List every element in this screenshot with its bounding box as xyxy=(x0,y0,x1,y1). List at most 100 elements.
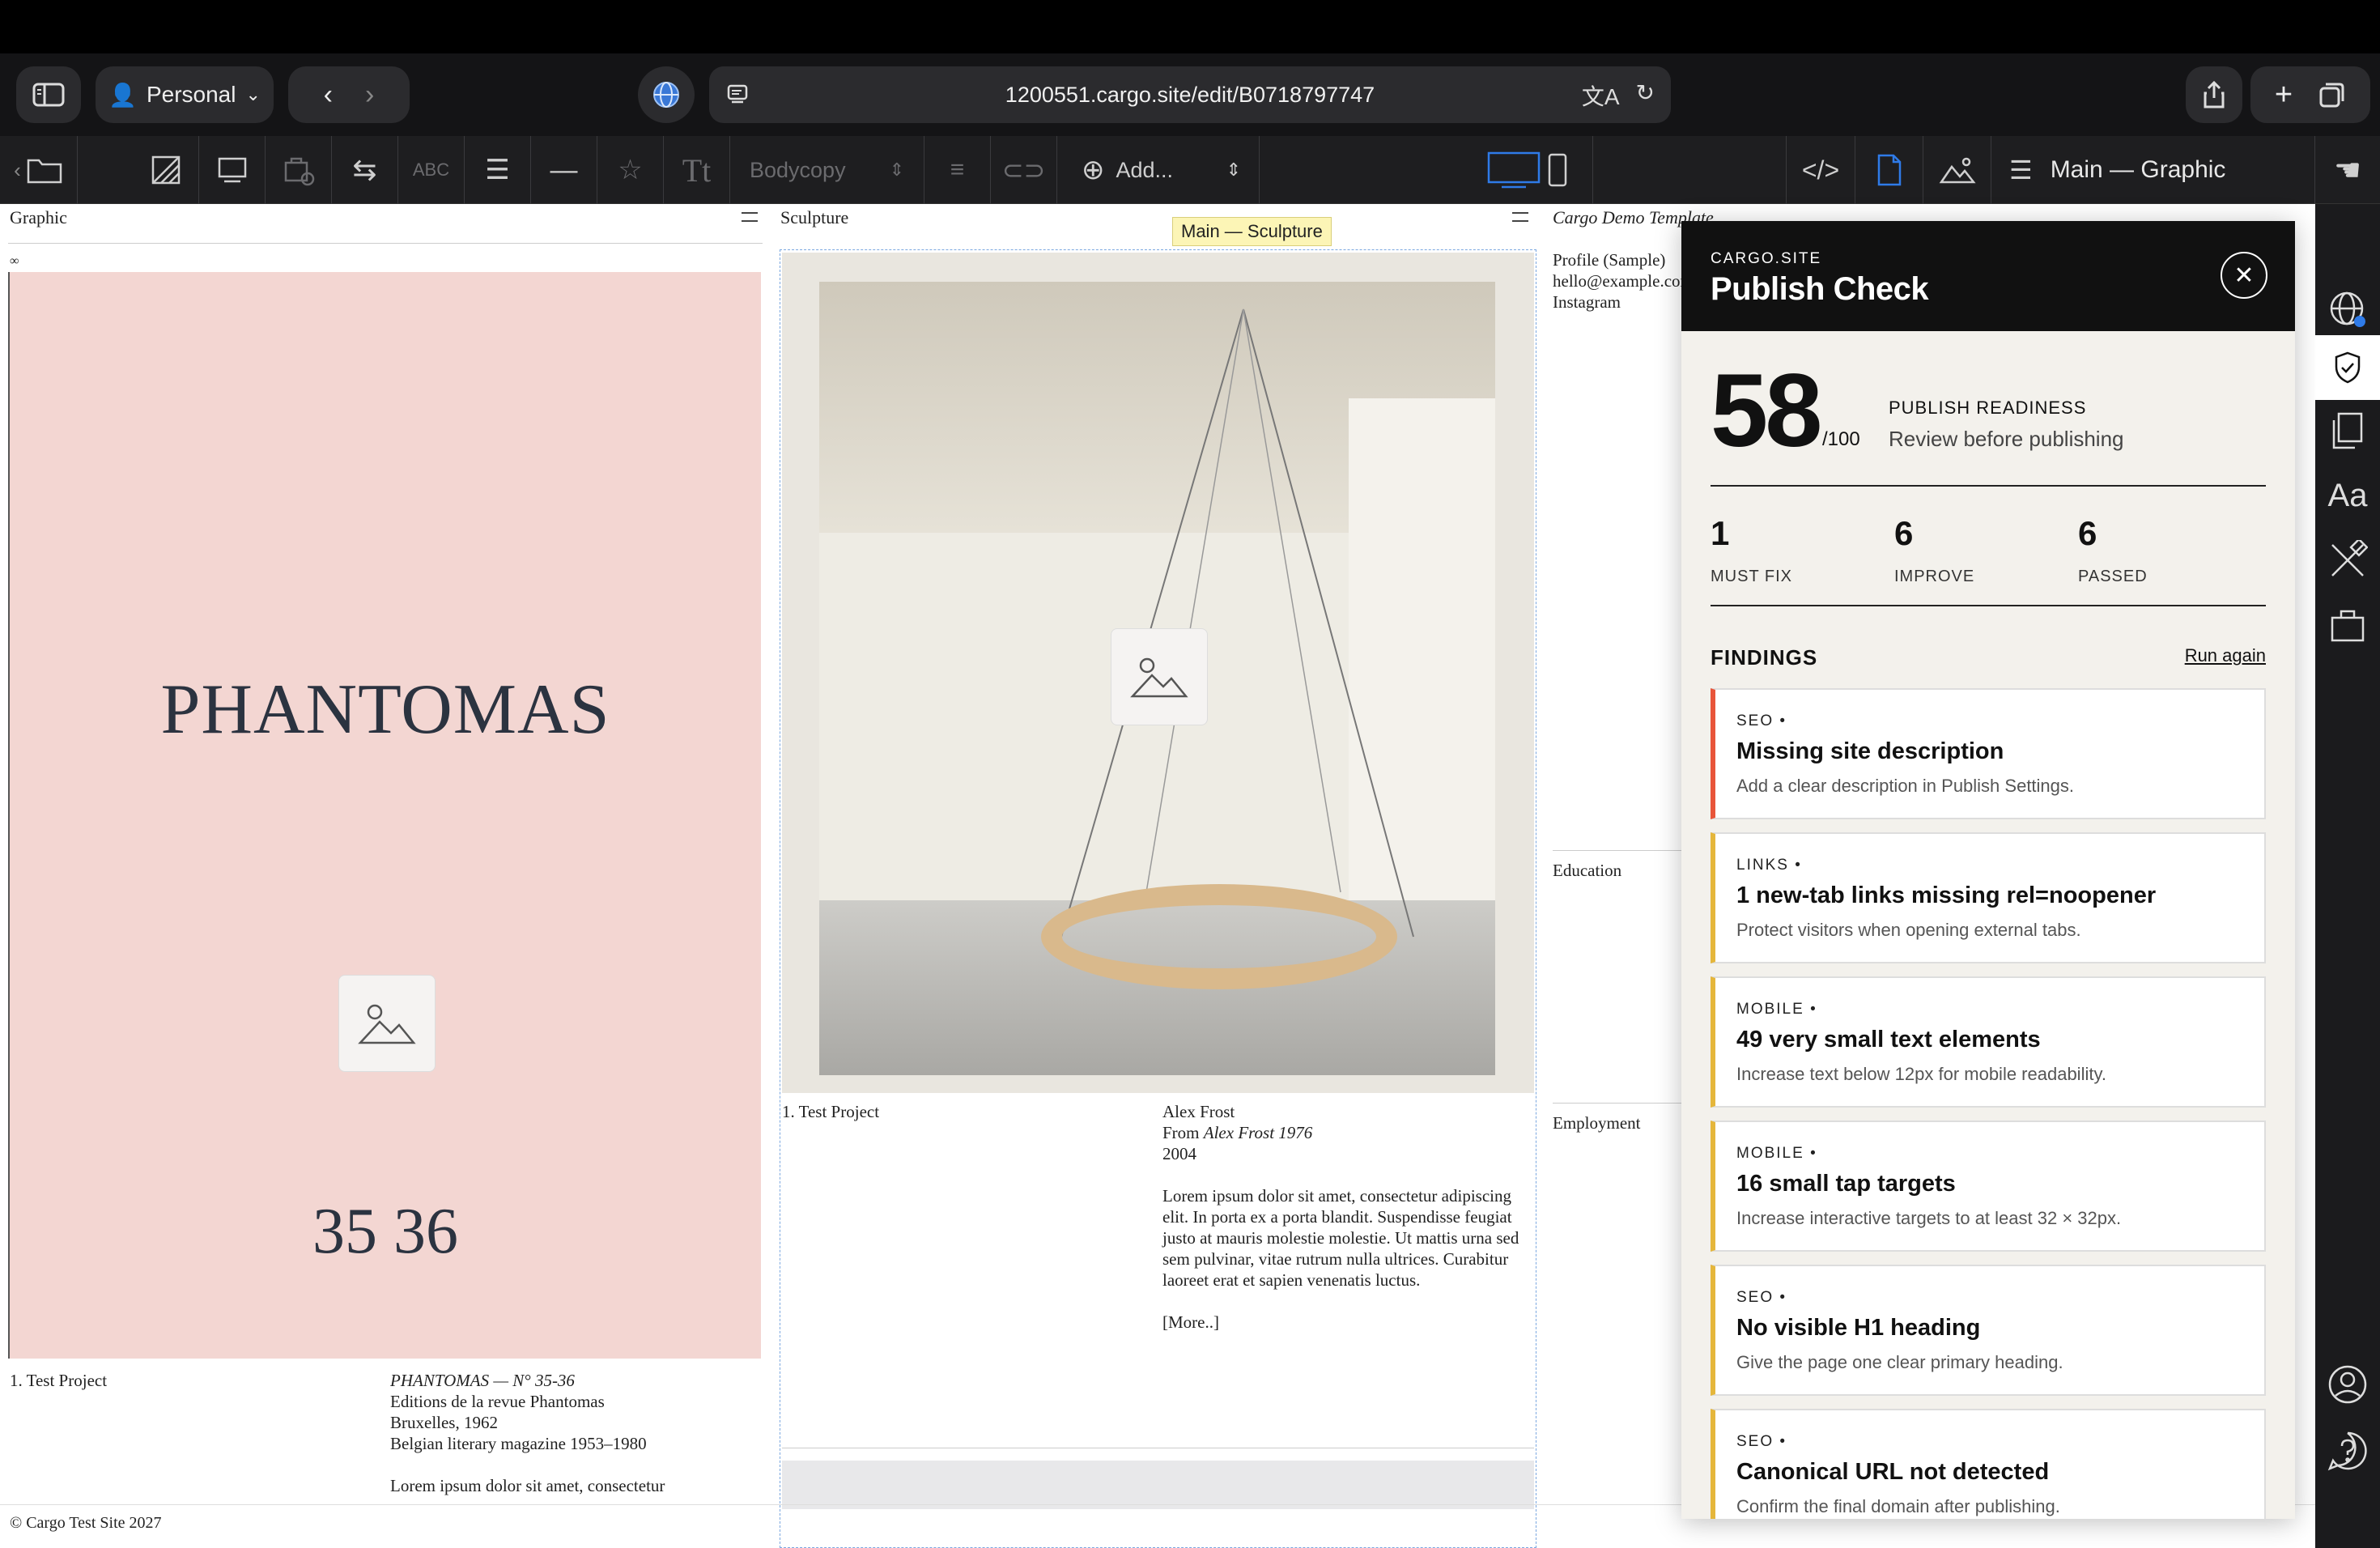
finding-category: MOBILE • xyxy=(1736,1001,1817,1018)
back-icon[interactable]: ‹ xyxy=(324,79,333,111)
tab-actions: + xyxy=(2250,66,2370,123)
column-menu-icon[interactable] xyxy=(742,212,758,222)
finding-card[interactable]: SEO • Canonical URL not detected Confirm… xyxy=(1711,1409,2266,1519)
swap-button[interactable]: ⇆ xyxy=(332,136,398,204)
effects-button[interactable]: ☆ xyxy=(597,136,664,204)
background-button[interactable] xyxy=(133,136,199,204)
account-button[interactable] xyxy=(2315,1352,2380,1417)
profile-selector[interactable]: 👤 Personal ⌄ xyxy=(96,66,274,123)
from-line: From Alex Frost 1976 xyxy=(1162,1122,1535,1143)
phantomas-cover-image[interactable]: PHANTOMAS 35 36 xyxy=(8,272,761,1359)
layout-button[interactable] xyxy=(199,136,266,204)
finding-category: MOBILE • xyxy=(1736,1145,1817,1162)
profile-block: Profile (Sample) hello@example.com Insta… xyxy=(1553,249,1682,313)
sparkle-icon: ☆ xyxy=(618,155,643,185)
top-black-strip xyxy=(0,0,2380,53)
type-size-button[interactable]: Tt xyxy=(664,136,730,204)
graphic-caption: PHANTOMAS — N° 35-36 Editions de la revu… xyxy=(390,1370,746,1496)
publish-check-panel: CARGO.SITE Publish Check ✕ 58 /100 PUBLI… xyxy=(1681,221,2295,1519)
finding-card[interactable]: MOBILE • 49 very small text elements Inc… xyxy=(1711,976,2266,1108)
divider-button[interactable]: — xyxy=(531,136,597,204)
run-again-link[interactable]: Run again xyxy=(2185,645,2266,666)
finding-category: LINKS • xyxy=(1736,857,1802,874)
text-size-icon: Tt xyxy=(682,151,712,189)
readiness-subtitle: Review before publishing xyxy=(1889,427,2124,451)
chevron-left-icon: ‹ xyxy=(14,157,21,182)
image-placeholder-icon[interactable] xyxy=(1111,628,1208,725)
mobile-toggle[interactable] xyxy=(1522,136,1593,204)
caption-lorem: Lorem ipsum dolor sit amet, consectetur xyxy=(390,1476,665,1495)
next-image-strip[interactable] xyxy=(782,1461,1534,1509)
design-button[interactable] xyxy=(2315,528,2380,593)
share-button[interactable] xyxy=(2186,66,2242,123)
finding-card[interactable]: LINKS • 1 new-tab links missing rel=noop… xyxy=(1711,832,2266,963)
image-placeholder-icon[interactable] xyxy=(338,975,436,1072)
code-view-button[interactable]: </> xyxy=(1786,136,1855,204)
style-select[interactable]: Bodycopy ⇕ xyxy=(730,136,924,204)
finding-card[interactable]: MOBILE • 16 small tap targets Increase i… xyxy=(1711,1121,2266,1252)
cover-number: 35 36 xyxy=(312,1196,458,1267)
spellcheck-button[interactable]: ABC xyxy=(398,136,465,204)
list-button[interactable]: ☰ xyxy=(465,136,531,204)
hand-icon: ☚ xyxy=(2333,153,2362,188)
new-tab-icon[interactable]: + xyxy=(2275,78,2293,113)
add-label: Add... xyxy=(1116,157,1174,182)
divider xyxy=(1711,605,2266,606)
stat-value: 6 xyxy=(2078,514,2097,552)
address-bar[interactable]: 1200551.cargo.site/edit/B0718797747 文A ↻ xyxy=(709,66,1671,123)
year: 2004 xyxy=(1162,1144,1196,1163)
reader-icon[interactable] xyxy=(724,81,751,108)
media-button[interactable] xyxy=(1923,136,1991,204)
horizontal-rule-icon: — xyxy=(550,154,578,185)
page-icon xyxy=(1877,154,1901,186)
translate-icon[interactable]: 文A xyxy=(1582,79,1620,112)
forward-icon[interactable]: › xyxy=(365,79,374,111)
stat-passed: 6 PASSED xyxy=(2078,514,2148,586)
link-button[interactable]: ⊂⊃ xyxy=(991,136,1057,204)
tabs-overview-icon[interactable] xyxy=(2318,81,2346,108)
column-menu-icon[interactable] xyxy=(1512,212,1528,222)
help-icon xyxy=(2327,1431,2367,1471)
from-title: Alex Frost 1976 xyxy=(1203,1123,1313,1142)
pages-button[interactable] xyxy=(2315,398,2380,463)
hamburger-icon: ☰ xyxy=(2009,155,2033,185)
wooden-ring xyxy=(1041,884,1397,989)
page-button[interactable] xyxy=(1855,136,1923,204)
readiness-label: PUBLISH READINESS xyxy=(1889,398,2087,418)
typography-button[interactable]: Aa xyxy=(2315,463,2380,528)
commerce-button[interactable] xyxy=(2315,593,2380,657)
tools-icon xyxy=(2331,540,2368,576)
hand-tool-button[interactable]: ☚ xyxy=(2315,136,2380,204)
sculpture-caption-left: 1. Test Project xyxy=(782,1102,880,1121)
reload-icon[interactable]: ↻ xyxy=(1636,79,1655,112)
commerce-add-button[interactable] xyxy=(266,136,332,204)
add-button[interactable]: ⊕ Add... ⇕ xyxy=(1057,136,1260,204)
sidebar-toggle-button[interactable] xyxy=(16,66,81,123)
folder-button[interactable]: ‹ xyxy=(0,136,78,204)
right-rail: Aa xyxy=(2315,204,2380,1548)
close-button[interactable]: ✕ xyxy=(2221,252,2267,299)
page-selector[interactable]: ☰ Main — Graphic xyxy=(1991,136,2315,204)
sculpture-photo[interactable] xyxy=(782,253,1534,1093)
caption-line: Editions de la revue Phantomas xyxy=(390,1392,605,1411)
shield-check-icon xyxy=(2335,351,2361,384)
finding-desc: Protect visitors when opening external t… xyxy=(1736,920,2081,940)
finding-category: SEO • xyxy=(1736,1289,1787,1306)
graphic-caption-left: 1. Test Project xyxy=(10,1371,108,1390)
profile-instagram[interactable]: Instagram xyxy=(1553,291,1682,313)
align-button[interactable]: ≡ xyxy=(924,136,991,204)
align-icon: ≡ xyxy=(950,156,965,183)
finding-card[interactable]: SEO • Missing site description Add a cle… xyxy=(1711,688,2266,819)
finding-title: No visible H1 heading xyxy=(1736,1315,1981,1341)
plus-circle-icon: ⊕ xyxy=(1082,155,1105,185)
site-settings-button[interactable] xyxy=(2315,277,2380,342)
publish-check-button[interactable] xyxy=(2315,335,2380,400)
help-button[interactable] xyxy=(2315,1418,2380,1483)
more-link[interactable]: [More..] xyxy=(1162,1312,1535,1333)
finding-title: 1 new-tab links missing rel=noopener xyxy=(1736,882,2157,908)
finding-card[interactable]: SEO • No visible H1 heading Give the pag… xyxy=(1711,1265,2266,1396)
profile-email[interactable]: hello@example.com xyxy=(1553,270,1682,291)
site-globe-button[interactable] xyxy=(638,66,695,123)
artist-name: Alex Frost xyxy=(1162,1102,1235,1121)
small-mark: ∞ xyxy=(10,254,19,268)
